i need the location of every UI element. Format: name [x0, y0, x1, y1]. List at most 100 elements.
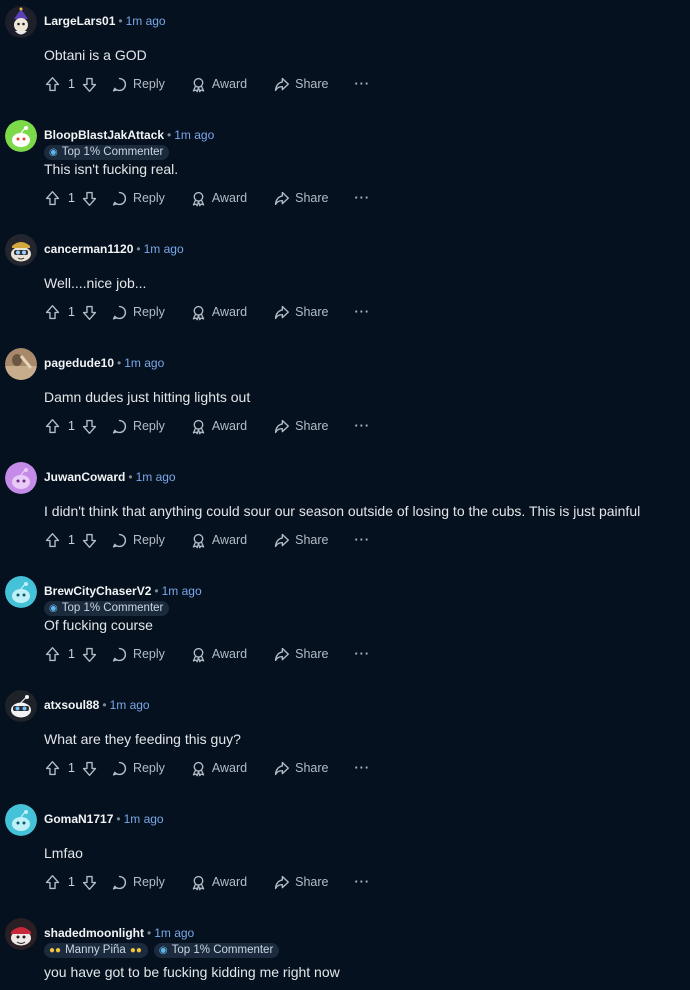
- username[interactable]: BrewCityChaserV2: [44, 584, 151, 598]
- share-button[interactable]: Share: [273, 190, 329, 207]
- more-options-button[interactable]: ···: [355, 191, 371, 205]
- downvote-button[interactable]: [81, 304, 98, 321]
- share-button[interactable]: Share: [273, 532, 329, 549]
- username[interactable]: JuwanCoward: [44, 470, 125, 484]
- share-button[interactable]: Share: [273, 304, 329, 321]
- avatar[interactable]: [5, 690, 37, 722]
- share-button[interactable]: Share: [273, 760, 329, 777]
- downvote-icon: [82, 305, 97, 320]
- downvote-button[interactable]: [81, 646, 98, 663]
- share-button[interactable]: Share: [273, 874, 329, 891]
- comment-actions: 1 Reply Award Share ···: [44, 644, 370, 664]
- share-label: Share: [295, 761, 329, 775]
- avatar[interactable]: [5, 234, 37, 266]
- user-flair: ●● Manny Piña ●●: [44, 943, 148, 958]
- reply-button[interactable]: Reply: [111, 76, 165, 93]
- downvote-button[interactable]: [81, 418, 98, 435]
- downvote-button[interactable]: [81, 76, 98, 93]
- more-options-button[interactable]: ···: [355, 419, 371, 433]
- upvote-button[interactable]: [44, 304, 61, 321]
- reply-icon: [112, 191, 127, 206]
- award-button[interactable]: Award: [190, 76, 247, 93]
- upvote-button[interactable]: [44, 418, 61, 435]
- downvote-button[interactable]: [81, 190, 98, 207]
- timestamp[interactable]: 1m ago: [124, 356, 164, 370]
- username[interactable]: atxsoul88: [44, 698, 99, 712]
- downvote-button[interactable]: [81, 874, 98, 891]
- avatar[interactable]: [5, 120, 37, 152]
- reply-button[interactable]: Reply: [111, 304, 165, 321]
- award-button[interactable]: Award: [190, 418, 247, 435]
- award-button[interactable]: Award: [190, 760, 247, 777]
- reply-button[interactable]: Reply: [111, 646, 165, 663]
- timestamp[interactable]: 1m ago: [136, 470, 176, 484]
- vote-count: 1: [68, 77, 75, 91]
- award-icon: [192, 191, 205, 206]
- downvote-icon: [82, 761, 97, 776]
- reply-button[interactable]: Reply: [111, 760, 165, 777]
- vote-count: 1: [68, 761, 75, 775]
- more-options-button[interactable]: ···: [355, 647, 371, 661]
- timestamp[interactable]: 1m ago: [126, 14, 166, 28]
- award-icon: [192, 875, 205, 890]
- upvote-button[interactable]: [44, 760, 61, 777]
- comment-meta: JuwanCoward • 1m ago: [44, 469, 176, 485]
- avatar[interactable]: [5, 348, 37, 380]
- share-button[interactable]: Share: [273, 418, 329, 435]
- username[interactable]: pagedude10: [44, 356, 114, 370]
- timestamp[interactable]: 1m ago: [110, 698, 150, 712]
- upvote-button[interactable]: [44, 874, 61, 891]
- timestamp[interactable]: 1m ago: [174, 128, 214, 142]
- downvote-icon: [82, 533, 97, 548]
- share-button[interactable]: Share: [273, 76, 329, 93]
- reply-button[interactable]: Reply: [111, 532, 165, 549]
- more-options-button[interactable]: ···: [355, 533, 371, 547]
- username[interactable]: LargeLars01: [44, 14, 115, 28]
- more-options-button[interactable]: ···: [355, 875, 371, 889]
- timestamp[interactable]: 1m ago: [154, 926, 194, 940]
- user-flair: ◉ Top 1% Commenter: [153, 943, 280, 958]
- award-button[interactable]: Award: [190, 874, 247, 891]
- username[interactable]: cancerman1120: [44, 242, 133, 256]
- avatar[interactable]: [5, 576, 37, 608]
- upvote-button[interactable]: [44, 532, 61, 549]
- username[interactable]: BloopBlastJakAttack: [44, 128, 164, 142]
- reply-button[interactable]: Reply: [111, 190, 165, 207]
- avatar[interactable]: [5, 918, 37, 950]
- award-button[interactable]: Award: [190, 190, 247, 207]
- username[interactable]: shadedmoonlight: [44, 926, 144, 940]
- reply-button[interactable]: Reply: [111, 874, 165, 891]
- downvote-button[interactable]: [81, 532, 98, 549]
- timestamp[interactable]: 1m ago: [162, 584, 202, 598]
- more-options-button[interactable]: ···: [355, 77, 371, 91]
- reply-button[interactable]: Reply: [111, 418, 165, 435]
- share-label: Share: [295, 647, 329, 661]
- vote-count: 1: [68, 419, 75, 433]
- award-button[interactable]: Award: [190, 304, 247, 321]
- upvote-button[interactable]: [44, 190, 61, 207]
- avatar[interactable]: [5, 6, 37, 38]
- upvote-icon: [45, 646, 60, 661]
- upvote-button[interactable]: [44, 646, 61, 663]
- comment-actions: 1 Reply Award Share ···: [44, 302, 370, 322]
- reply-label: Reply: [132, 875, 165, 889]
- more-options-button[interactable]: ···: [355, 305, 371, 319]
- top-commenter-icon: ◉: [158, 945, 168, 956]
- downvote-button[interactable]: [81, 760, 98, 777]
- username[interactable]: GomaN1717: [44, 812, 113, 826]
- award-icon: [192, 647, 205, 662]
- share-button[interactable]: Share: [273, 646, 329, 663]
- more-options-button[interactable]: ···: [355, 761, 371, 775]
- timestamp[interactable]: 1m ago: [144, 242, 184, 256]
- reply-label: Reply: [132, 761, 165, 775]
- award-label: Award: [211, 191, 248, 205]
- upvote-button[interactable]: [44, 76, 61, 93]
- award-button[interactable]: Award: [190, 532, 247, 549]
- share-icon: [275, 419, 290, 433]
- avatar[interactable]: [5, 804, 37, 836]
- award-button[interactable]: Award: [190, 646, 247, 663]
- reply-icon: [112, 533, 127, 548]
- avatar[interactable]: [5, 462, 37, 494]
- comment-meta: LargeLars01 • 1m ago: [44, 13, 166, 29]
- timestamp[interactable]: 1m ago: [124, 812, 164, 826]
